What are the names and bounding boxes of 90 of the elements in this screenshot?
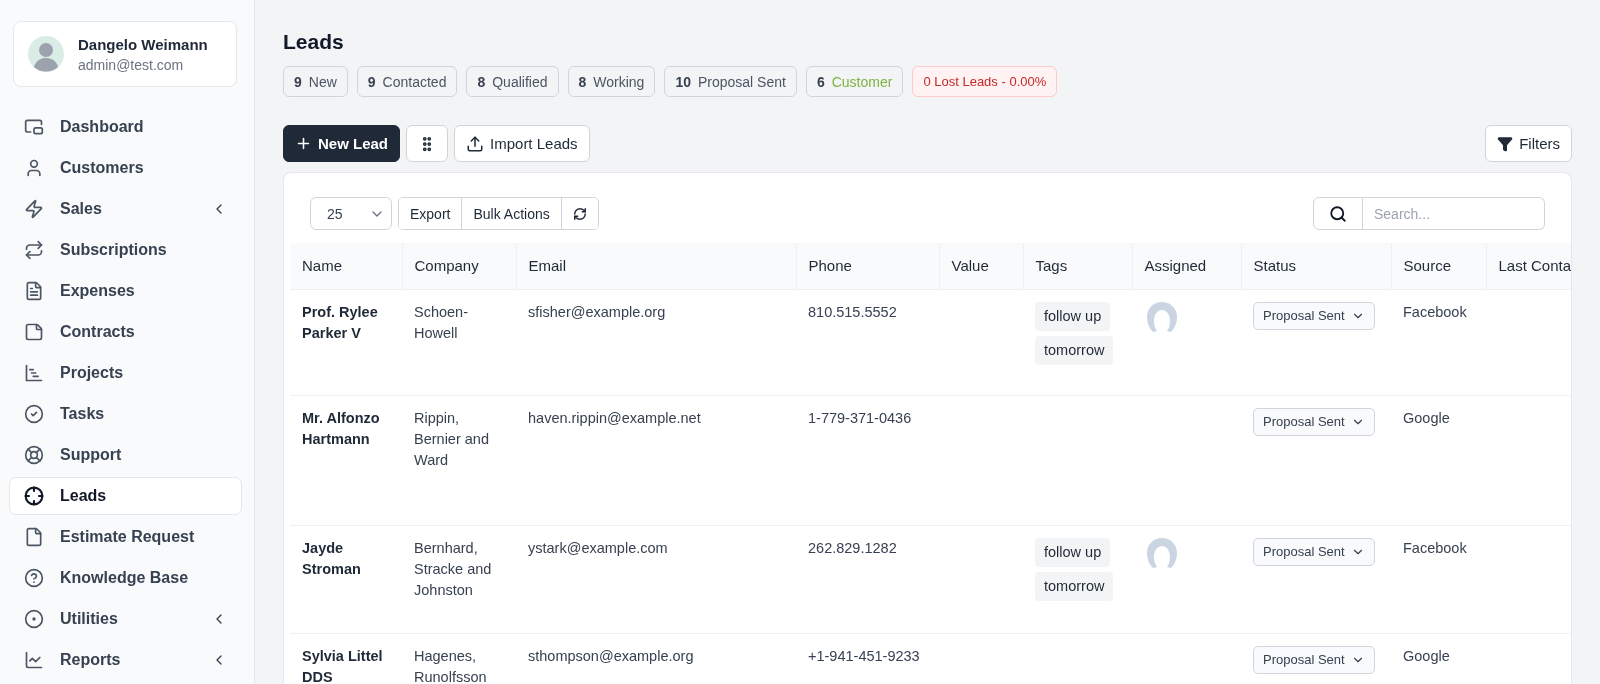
lead-name: Prof. Rylee Parker V [302, 303, 378, 341]
file-icon [24, 527, 44, 547]
status-count-badge: 9 Contacted [356, 66, 458, 97]
phone-cell: 262.829.1282 [808, 539, 897, 556]
status-count-badge: 10 Proposal Sent [664, 66, 797, 97]
tag: tomorrow [1035, 335, 1114, 365]
tag: follow up [1035, 301, 1111, 331]
status-count-badge: 8 Qualified [466, 66, 559, 97]
phone-cell: 810.515.5552 [808, 303, 897, 320]
lead-name: Jayde Stroman [302, 539, 361, 577]
repeat-icon [24, 240, 44, 260]
column-header: Value [939, 243, 1023, 289]
nav-item[interactable]: Reports [9, 641, 242, 679]
dashboard-icon [24, 117, 44, 137]
user-icon [24, 158, 44, 178]
note-icon [24, 322, 44, 342]
user-email: admin@test.com [78, 56, 185, 73]
status-count-badge: 8 Working [567, 66, 656, 97]
nav-item[interactable]: Contracts [9, 313, 242, 351]
toolbar-button[interactable]: Export [399, 198, 463, 229]
upload-icon [466, 134, 485, 153]
page-size-select[interactable]: 25 [310, 197, 392, 230]
check-circle-icon [24, 404, 44, 424]
lead-name: Sylvia Littel DDS [302, 647, 383, 684]
status-count-badge: 9 New [283, 66, 348, 97]
lifebuoy-icon [24, 445, 44, 465]
source-cell: Facebook [1403, 539, 1467, 556]
email-cell: haven.rippin@example.net [528, 409, 701, 426]
tag: follow up [1035, 537, 1111, 567]
nav-item[interactable]: Utilities [9, 600, 242, 638]
refresh-icon [572, 206, 587, 221]
email-cell: sthompson@example.org [528, 647, 694, 664]
tag: tomorrow [1035, 571, 1114, 601]
page-title: Leads [283, 30, 345, 54]
filters-button[interactable]: Filters [1485, 125, 1572, 162]
column-header: Email [516, 243, 796, 289]
nav-item[interactable]: Leads [9, 477, 242, 515]
lead-name: Mr. Alfonzo Hartmann [302, 409, 380, 447]
document-icon [24, 281, 44, 301]
nav-item[interactable]: Expenses [9, 272, 242, 310]
column-header: Name [290, 243, 402, 289]
column-header: Status [1241, 243, 1391, 289]
source-cell: Facebook [1403, 303, 1467, 320]
search-field[interactable]: Search... [1363, 197, 1545, 230]
column-header: Source [1391, 243, 1486, 289]
nav-item[interactable]: Support [9, 436, 242, 474]
lost-leads-badge: 0 Lost Leads - 0.00% [912, 66, 1058, 97]
nav-item[interactable]: Customers [9, 149, 242, 187]
user-card[interactable]: Dangelo Weimann admin@test.com [13, 21, 237, 87]
filter-icon [1497, 135, 1514, 152]
column-header: Tags [1023, 243, 1132, 289]
column-header: Phone [796, 243, 939, 289]
crosshair-icon [24, 486, 44, 506]
nav-item[interactable]: Sales [9, 190, 242, 228]
nav-item[interactable]: Subscriptions [9, 231, 242, 269]
status-dropdown[interactable]: Proposal Sent [1253, 645, 1375, 674]
status-count-badge: 6 Customer [805, 66, 904, 97]
status-dropdown[interactable]: Proposal Sent [1253, 301, 1375, 330]
company-cell: Schoen-Howell [414, 303, 468, 341]
nav-item[interactable]: Projects [9, 354, 242, 392]
column-header: Last Conta [1486, 243, 1571, 289]
source-cell: Google [1403, 409, 1450, 426]
avatar-icon [28, 36, 64, 72]
grip-button[interactable] [406, 125, 449, 162]
column-header: Company [402, 243, 516, 289]
line-chart-icon [24, 650, 44, 670]
help-icon [24, 568, 44, 588]
company-cell: Hagenes, Runolfsson [414, 647, 487, 684]
phone-cell: 1-779-371-0436 [808, 409, 912, 426]
user-name: Dangelo Weimann [78, 35, 208, 53]
status-dropdown[interactable]: Proposal Sent [1253, 407, 1375, 436]
column-header: Assigned [1132, 243, 1241, 289]
nav-item[interactable]: Estimate Request [9, 518, 242, 556]
lightning-icon [24, 199, 44, 219]
import-leads-button[interactable]: Import Leads [454, 125, 590, 162]
gantt-chart-icon [24, 363, 44, 383]
nav-item[interactable]: Knowledge Base [9, 559, 242, 597]
email-cell: sfisher@example.org [528, 303, 666, 320]
plus-icon [295, 135, 312, 152]
status-dropdown[interactable]: Proposal Sent [1253, 537, 1375, 566]
email-cell: ystark@example.com [528, 539, 668, 556]
source-cell: Google [1403, 647, 1450, 664]
nav-item[interactable]: Dashboard [9, 108, 242, 146]
company-cell: Rippin, Bernier and Ward [414, 409, 489, 468]
phone-cell: +1-941-451-9233 [808, 647, 920, 664]
new-lead-button[interactable]: New Lead [283, 125, 401, 162]
company-cell: Bernhard, Stracke and Johnston [414, 539, 492, 598]
radio-icon [24, 609, 44, 629]
nav-item[interactable]: Tasks [9, 395, 242, 433]
search-icon [1329, 204, 1347, 223]
